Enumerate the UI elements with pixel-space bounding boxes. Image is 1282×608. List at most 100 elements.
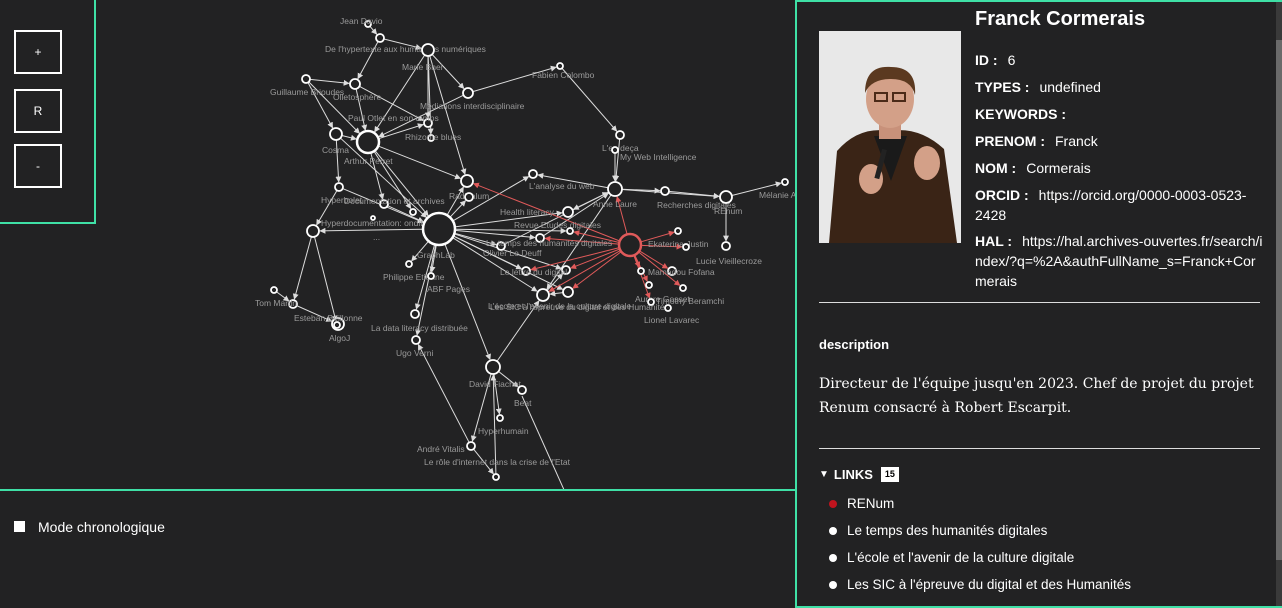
scrollbar[interactable] bbox=[1276, 2, 1282, 606]
links-toggle[interactable]: ▼ LINKS 15 bbox=[819, 467, 899, 482]
graph-node-label[interactable]: AlgoJ bbox=[329, 333, 350, 343]
graph-node-label[interactable]: La data literacy distribuée bbox=[371, 323, 468, 333]
graph-node[interactable] bbox=[556, 62, 564, 70]
graph-node-label[interactable]: Arthur Perret bbox=[344, 156, 393, 166]
graph-node[interactable] bbox=[536, 288, 550, 302]
link-label[interactable]: Le temps des humanités digitales bbox=[847, 523, 1047, 538]
graph-node-label[interactable]: Cosma bbox=[322, 145, 349, 155]
graph-node-label[interactable]: Mamadou Fofana bbox=[648, 267, 715, 277]
graph-node[interactable] bbox=[719, 190, 733, 204]
graph-node[interactable] bbox=[645, 281, 653, 289]
link-item[interactable]: L'école et l'avenir de la culture digita… bbox=[829, 550, 1074, 565]
graph-node[interactable] bbox=[466, 441, 476, 451]
zoom-reset-button[interactable]: R bbox=[14, 89, 62, 133]
hal-link[interactable]: https://hal.archives-ouvertes.fr/search/… bbox=[975, 233, 1263, 289]
link-item[interactable]: Le temps des humanités digitales bbox=[829, 523, 1047, 538]
graph-node[interactable] bbox=[411, 335, 421, 345]
graph-node-label[interactable]: Marie Bhel bbox=[402, 62, 443, 72]
graph-node-label[interactable]: Médiations interdisciplinaire bbox=[420, 101, 525, 111]
graph-node[interactable] bbox=[405, 260, 413, 268]
graph-node[interactable] bbox=[674, 227, 682, 235]
graph-node-label[interactable]: Esteban Beillonne bbox=[294, 313, 363, 323]
graph-node-label[interactable]: Beat bbox=[514, 398, 532, 408]
graph-node-label[interactable]: David Fiachet bbox=[469, 379, 522, 389]
graph-node-label[interactable]: Jean Davio bbox=[340, 16, 383, 26]
graph-node[interactable] bbox=[611, 146, 619, 154]
graph-node[interactable] bbox=[421, 211, 457, 247]
graph-node-label[interactable]: ABF Pages bbox=[427, 284, 470, 294]
scrollbar-thumb[interactable] bbox=[1276, 40, 1282, 560]
graph-node[interactable] bbox=[334, 182, 344, 192]
graph-node-label[interactable]: Rhizome blues bbox=[405, 132, 461, 142]
graph-node-label[interactable]: Revue Etudes digitales bbox=[514, 220, 601, 230]
graph-node[interactable] bbox=[566, 227, 574, 235]
graph-node[interactable] bbox=[637, 267, 645, 275]
graph-node[interactable] bbox=[660, 186, 670, 196]
graph-node-label[interactable]: Olletosphère bbox=[333, 92, 381, 102]
graph-node[interactable] bbox=[464, 192, 474, 202]
chrono-mode-label[interactable]: Mode chronologique bbox=[38, 519, 165, 535]
network-graph[interactable]: Jean Davio De l'hypertexte aux humanités … bbox=[0, 0, 797, 490]
graph-node[interactable] bbox=[781, 178, 789, 186]
graph-node-label[interactable]: Lionel Lavarec bbox=[644, 315, 700, 325]
graph-node[interactable] bbox=[664, 304, 672, 312]
graph-node[interactable] bbox=[562, 286, 574, 298]
graph-node[interactable] bbox=[460, 174, 474, 188]
graph-node[interactable] bbox=[485, 359, 501, 375]
graph-node-label[interactable]: Les SIC à l'épreuve du digital et des Hu… bbox=[490, 302, 669, 312]
graph-node-selected[interactable] bbox=[617, 232, 643, 258]
graph-node-label[interactable]: REnum bbox=[714, 206, 742, 216]
graph-node[interactable] bbox=[517, 385, 527, 395]
graph-node-label[interactable]: Le rôle d'internet dans la crise de l'Et… bbox=[424, 457, 571, 467]
graph-node-label[interactable]: Paul Otlet en son temps bbox=[348, 113, 439, 123]
graph-node[interactable] bbox=[492, 473, 500, 481]
graph-node-label[interactable]: Fabien Colombo bbox=[532, 70, 595, 80]
chrono-mode-checkbox[interactable] bbox=[14, 521, 25, 532]
graph-node[interactable] bbox=[462, 87, 474, 99]
link-item[interactable]: Les SIC à l'épreuve du digital et des Hu… bbox=[829, 577, 1131, 592]
graph-node[interactable] bbox=[410, 309, 420, 319]
link-item[interactable]: RENum bbox=[829, 496, 894, 511]
graph-node[interactable] bbox=[329, 127, 343, 141]
graph-node[interactable] bbox=[427, 272, 435, 280]
graph-node-label[interactable]: Documentation et archives bbox=[344, 196, 445, 206]
graph-node-label[interactable]: Olivier Le Deuff bbox=[483, 248, 542, 258]
graph-node-label[interactable]: Le lettre du digital bbox=[500, 267, 567, 277]
link-label[interactable]: L'école et l'avenir de la culture digita… bbox=[847, 550, 1074, 565]
graph-node-label[interactable]: My Web Intelligence bbox=[620, 152, 697, 162]
zoom-out-button[interactable]: - bbox=[14, 144, 62, 188]
graph-node[interactable] bbox=[496, 414, 504, 422]
graph-node-label[interactable]: Ugo Verni bbox=[396, 348, 433, 358]
link-label[interactable]: RENum bbox=[847, 496, 894, 511]
graph-node-label[interactable]: GraphLab bbox=[417, 250, 455, 260]
graph-node-label[interactable]: Tom Martin bbox=[255, 298, 297, 308]
graph-node[interactable] bbox=[306, 224, 320, 238]
graph-node-label[interactable]: André Vitalis bbox=[417, 444, 465, 454]
graph-node[interactable] bbox=[721, 241, 731, 251]
graph-node[interactable] bbox=[333, 321, 341, 329]
graph-node[interactable] bbox=[421, 43, 435, 57]
graph-node[interactable] bbox=[349, 78, 361, 90]
graph-node[interactable] bbox=[375, 33, 385, 43]
graph-node-label[interactable]: Hyperhumain bbox=[478, 426, 529, 436]
graph-node[interactable] bbox=[679, 284, 687, 292]
graph-node[interactable] bbox=[528, 169, 538, 179]
graph-canvas[interactable]: Jean Davio De l'hypertexte aux humanités … bbox=[0, 0, 797, 490]
graph-node-label[interactable]: Le temps des humanités digitales bbox=[486, 238, 612, 248]
graph-node-label[interactable]: Mélanie A bbox=[759, 190, 797, 200]
graph-node[interactable] bbox=[607, 181, 623, 197]
graph-node-label[interactable]: Health literacy bbox=[500, 207, 555, 217]
graph-node[interactable] bbox=[301, 74, 311, 84]
graph-node-label[interactable]: Anne Laure bbox=[593, 199, 637, 209]
graph-node-label[interactable]: L'analyse du web bbox=[529, 181, 595, 191]
graph-node[interactable] bbox=[409, 208, 417, 216]
graph-node[interactable] bbox=[682, 243, 690, 251]
graph-node-label[interactable]: Lucie Vieillecroze bbox=[696, 256, 762, 266]
graph-node[interactable] bbox=[355, 129, 381, 155]
link-label[interactable]: Les SIC à l'épreuve du digital et des Hu… bbox=[847, 577, 1131, 592]
graph-node[interactable] bbox=[370, 215, 376, 221]
graph-node[interactable] bbox=[615, 130, 625, 140]
zoom-in-button[interactable]: + bbox=[14, 30, 62, 74]
graph-node[interactable] bbox=[270, 286, 278, 294]
graph-node[interactable] bbox=[562, 206, 574, 218]
